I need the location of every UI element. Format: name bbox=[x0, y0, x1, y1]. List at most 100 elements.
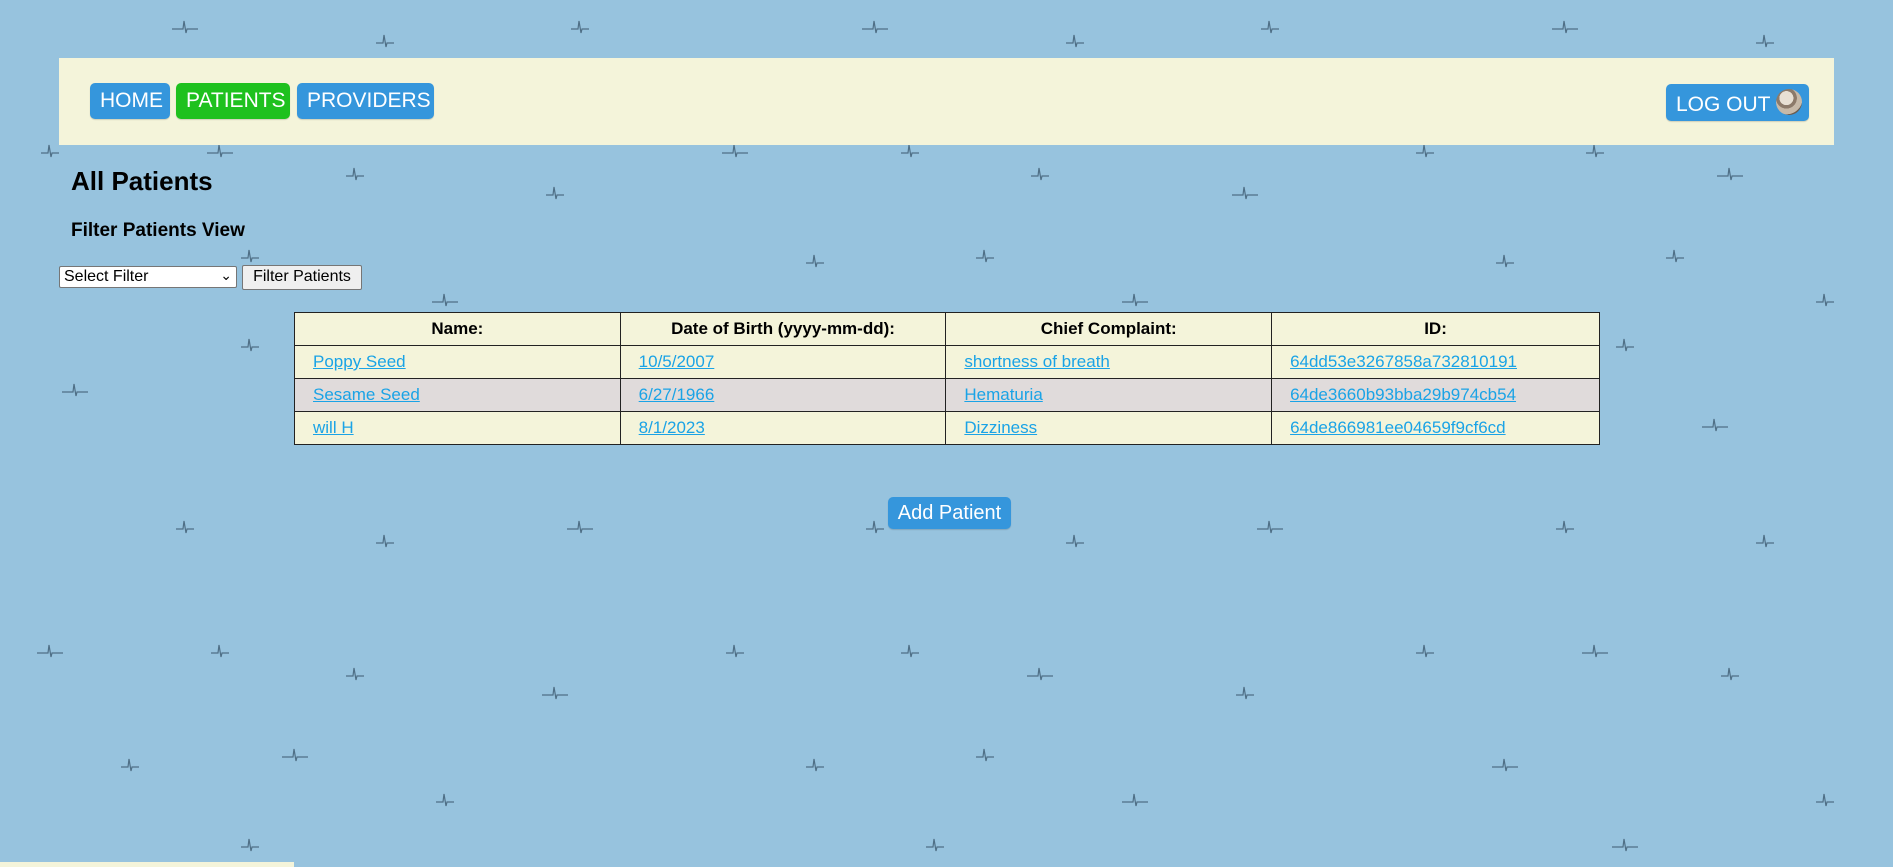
add-patient-button[interactable]: Add Patient bbox=[888, 497, 1011, 529]
ecg-tick bbox=[926, 838, 944, 852]
ecg-tick bbox=[1066, 34, 1084, 48]
ecg-tick bbox=[241, 338, 259, 352]
ecg-tick bbox=[806, 758, 824, 772]
ecg-tick bbox=[976, 748, 994, 762]
ecg-tick bbox=[1031, 167, 1049, 181]
ecg-tick bbox=[1232, 186, 1258, 200]
ecg-tick bbox=[1556, 520, 1574, 534]
ecg-tick bbox=[571, 20, 589, 34]
ecg-tick bbox=[806, 254, 824, 268]
ecg-tick bbox=[1261, 20, 1279, 34]
filter-select[interactable]: Select Filter ⌄ bbox=[59, 266, 237, 288]
ecg-tick bbox=[901, 144, 919, 158]
ecg-tick bbox=[1582, 644, 1608, 658]
ecg-tick bbox=[1552, 20, 1578, 34]
user-avatar-icon bbox=[1776, 89, 1802, 115]
column-header-chief-complaint: Chief Complaint: bbox=[945, 312, 1273, 346]
nav-providers-button[interactable]: PROVIDERS bbox=[297, 83, 434, 119]
cell-id: 64de3660b93bba29b974cb54 bbox=[1271, 378, 1600, 412]
nav-patients-button[interactable]: PATIENTS bbox=[176, 83, 290, 119]
cell-complaint: Dizziness bbox=[945, 411, 1273, 445]
ecg-tick bbox=[1122, 793, 1148, 807]
column-header-dob: Date of Birth (yyyy-mm-dd): bbox=[619, 312, 947, 346]
ecg-tick bbox=[1612, 838, 1638, 852]
ecg-tick bbox=[1756, 34, 1774, 48]
ecg-tick bbox=[176, 520, 194, 534]
table-row: will H 8/1/2023 Dizziness 64de866981ee04… bbox=[294, 411, 1600, 445]
patient-dob-link[interactable]: 6/27/1966 bbox=[639, 385, 715, 404]
nav-home-button[interactable]: HOME bbox=[90, 83, 170, 119]
table-row: Poppy Seed 10/5/2007 shortness of breath… bbox=[294, 345, 1600, 379]
filter-heading: Filter Patients View bbox=[71, 220, 245, 241]
ecg-tick bbox=[1236, 686, 1254, 700]
cell-complaint: Hematuria bbox=[945, 378, 1273, 412]
ecg-tick bbox=[62, 383, 88, 397]
ecg-tick bbox=[241, 249, 259, 263]
cell-dob: 10/5/2007 bbox=[619, 345, 947, 379]
ecg-tick bbox=[1666, 249, 1684, 263]
filter-patients-button[interactable]: Filter Patients bbox=[242, 265, 362, 290]
ecg-tick bbox=[1416, 144, 1434, 158]
ecg-tick bbox=[1721, 667, 1739, 681]
patient-complaint-link[interactable]: Hematuria bbox=[964, 385, 1042, 404]
chevron-down-icon: ⌄ bbox=[220, 267, 232, 283]
ecg-tick bbox=[1122, 293, 1148, 307]
cell-id: 64dd53e3267858a732810191 bbox=[1271, 345, 1600, 379]
cell-dob: 8/1/2023 bbox=[619, 411, 947, 445]
ecg-tick bbox=[722, 144, 748, 158]
patient-name-link[interactable]: Sesame Seed bbox=[313, 385, 420, 404]
patient-complaint-link[interactable]: shortness of breath bbox=[964, 352, 1110, 371]
ecg-tick bbox=[1816, 793, 1834, 807]
ecg-tick bbox=[241, 838, 259, 852]
ecg-tick bbox=[1496, 254, 1514, 268]
ecg-tick bbox=[346, 167, 364, 181]
patient-dob-link[interactable]: 8/1/2023 bbox=[639, 418, 705, 437]
ecg-tick bbox=[1492, 758, 1518, 772]
ecg-tick bbox=[1816, 293, 1834, 307]
patient-id-link[interactable]: 64dd53e3267858a732810191 bbox=[1290, 352, 1517, 371]
ecg-tick bbox=[41, 144, 59, 158]
patient-name-link[interactable]: will H bbox=[313, 418, 354, 437]
patient-name-link[interactable]: Poppy Seed bbox=[313, 352, 406, 371]
ecg-tick bbox=[282, 748, 308, 762]
table-row: Sesame Seed 6/27/1966 Hematuria 64de3660… bbox=[294, 378, 1600, 412]
ecg-tick bbox=[1416, 644, 1434, 658]
table-header-row: Name: Date of Birth (yyyy-mm-dd): Chief … bbox=[294, 312, 1600, 346]
ecg-tick bbox=[436, 793, 454, 807]
cell-complaint: shortness of breath bbox=[945, 345, 1273, 379]
logout-label: LOG OUT bbox=[1676, 93, 1771, 117]
ecg-tick bbox=[866, 520, 884, 534]
patient-id-link[interactable]: 64de866981ee04659f9cf6cd bbox=[1290, 418, 1506, 437]
cell-name: will H bbox=[294, 411, 621, 445]
top-navbar: HOME PATIENTS PROVIDERS LOG OUT bbox=[59, 58, 1834, 145]
ecg-tick bbox=[1717, 167, 1743, 181]
ecg-tick bbox=[726, 644, 744, 658]
ecg-tick bbox=[542, 686, 568, 700]
ecg-tick bbox=[1027, 667, 1053, 681]
ecg-tick bbox=[546, 186, 564, 200]
footer-strip bbox=[0, 862, 294, 867]
ecg-tick bbox=[37, 644, 63, 658]
ecg-tick bbox=[207, 144, 233, 158]
ecg-tick bbox=[862, 20, 888, 34]
ecg-tick bbox=[172, 20, 198, 34]
column-header-id: ID: bbox=[1271, 312, 1600, 346]
patient-complaint-link[interactable]: Dizziness bbox=[964, 418, 1037, 437]
ecg-tick bbox=[376, 534, 394, 548]
ecg-tick bbox=[1702, 418, 1728, 432]
patient-id-link[interactable]: 64de3660b93bba29b974cb54 bbox=[1290, 385, 1516, 404]
cell-name: Sesame Seed bbox=[294, 378, 621, 412]
ecg-tick bbox=[121, 758, 139, 772]
cell-dob: 6/27/1966 bbox=[619, 378, 947, 412]
ecg-tick bbox=[567, 520, 593, 534]
patients-table: Name: Date of Birth (yyyy-mm-dd): Chief … bbox=[294, 312, 1600, 445]
cell-id: 64de866981ee04659f9cf6cd bbox=[1271, 411, 1600, 445]
ecg-tick bbox=[1756, 534, 1774, 548]
ecg-tick bbox=[901, 644, 919, 658]
ecg-tick bbox=[211, 644, 229, 658]
patient-dob-link[interactable]: 10/5/2007 bbox=[639, 352, 715, 371]
ecg-tick bbox=[976, 249, 994, 263]
logout-button[interactable]: LOG OUT bbox=[1666, 84, 1809, 121]
column-header-name: Name: bbox=[294, 312, 621, 346]
ecg-tick bbox=[432, 293, 458, 307]
